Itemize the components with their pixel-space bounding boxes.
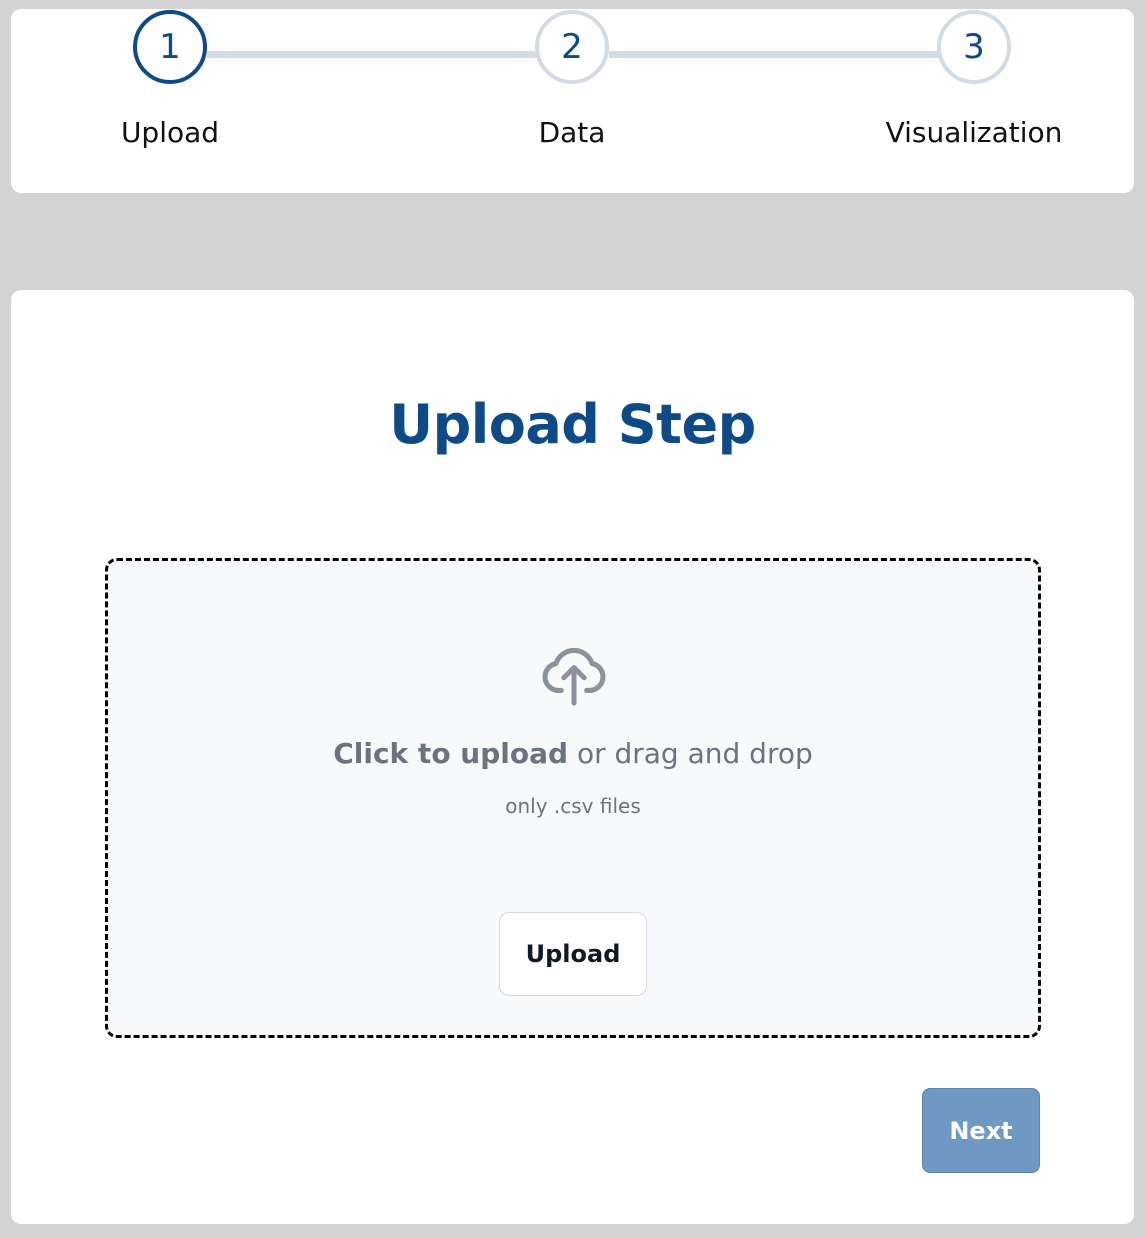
drag-drop-text: or drag and drop bbox=[568, 737, 813, 770]
click-to-upload-text[interactable]: Click to upload bbox=[333, 737, 568, 770]
page-title: Upload Step bbox=[389, 393, 756, 456]
file-dropzone[interactable]: Click to upload or drag and drop only .c… bbox=[105, 558, 1041, 1038]
step-2-circle[interactable]: 2 bbox=[535, 10, 609, 84]
upload-button[interactable]: Upload bbox=[499, 912, 647, 996]
file-type-hint: only .csv files bbox=[505, 794, 641, 818]
step-connector bbox=[609, 51, 951, 58]
step-1-circle[interactable]: 1 bbox=[133, 10, 207, 84]
step-2-label: Data bbox=[538, 116, 606, 149]
next-button[interactable]: Next bbox=[922, 1088, 1040, 1173]
step-1-label: Upload bbox=[120, 116, 220, 149]
stepper: 1 2 3 Upload Data Visualization bbox=[11, 9, 1134, 193]
dropzone-instructions: Click to upload or drag and drop bbox=[108, 737, 1038, 770]
step-connector bbox=[207, 51, 545, 58]
upload-panel: Upload Step Click to upload or drag and … bbox=[11, 290, 1134, 1224]
step-3-circle[interactable]: 3 bbox=[937, 10, 1011, 84]
cloud-upload-icon bbox=[542, 647, 606, 706]
step-3-label: Visualization bbox=[885, 116, 1063, 149]
